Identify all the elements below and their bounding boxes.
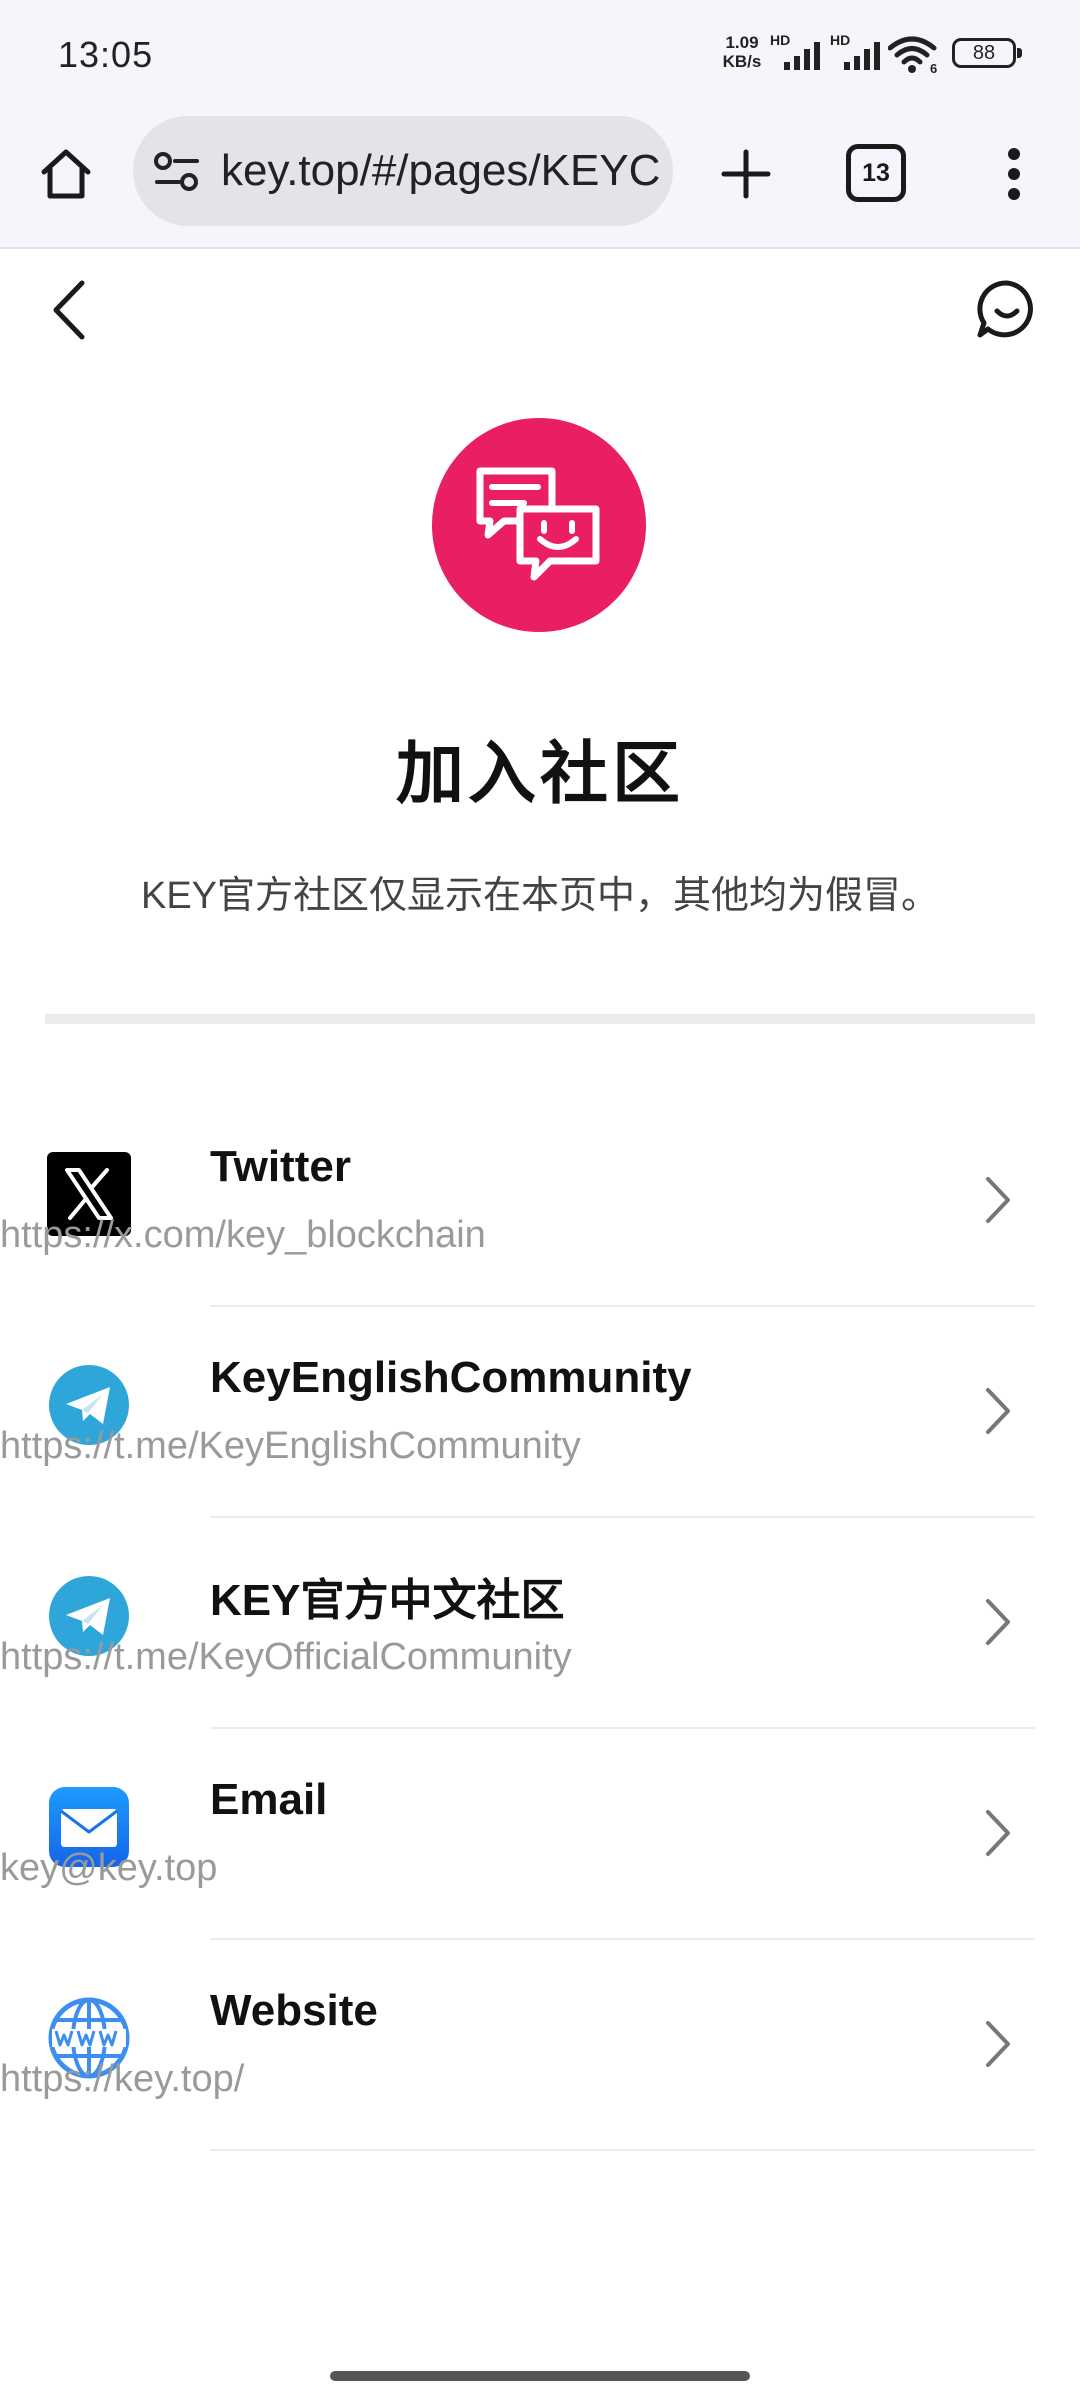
link-title: Email: [210, 1775, 328, 1824]
page-subtitle: KEY官方社区仅显示在本页中，其他均为假冒。: [140, 875, 940, 917]
page-title: 加入社区: [395, 736, 684, 812]
link-item-telegram-english[interactable]: KeyEnglishCommunity https://t.me/KeyEngl…: [0, 1307, 1080, 1518]
support-chat-button[interactable]: [970, 272, 1044, 346]
site-settings-icon[interactable]: [153, 150, 201, 199]
battery-level: 88: [972, 42, 996, 64]
tab-switcher-button[interactable]: 13: [846, 144, 906, 202]
link-url: https://t.me/KeyOfficialCommunity: [0, 1636, 572, 1678]
chevron-right-icon: [978, 1594, 1018, 1650]
wifi-label: 6: [930, 61, 937, 74]
url-text[interactable]: key.top/#/pages/KEYC: [221, 146, 661, 196]
wifi-icon: 6: [887, 34, 940, 79]
more-vertical-icon: [1008, 148, 1020, 200]
signal-strength-icon: HD: [770, 32, 826, 77]
network-speed: 1.09 KB/s: [722, 33, 762, 71]
signal-hd-label: HD: [770, 32, 790, 48]
chevron-right-icon: [978, 2016, 1018, 2072]
plus-icon: [721, 149, 771, 199]
link-item-telegram-chinese[interactable]: KEY官方中文社区 https://t.me/KeyOfficialCommun…: [0, 1518, 1080, 1729]
section-divider: [45, 1014, 1035, 1024]
status-time: 13:05: [58, 34, 154, 75]
link-url: https://key.top/: [0, 2058, 245, 2100]
row-divider: [210, 2149, 1035, 2151]
link-url: https://x.com/key_blockchain: [0, 1214, 486, 1256]
chevron-right-icon: [978, 1805, 1018, 1861]
signal-hd-label: HD: [830, 32, 850, 48]
link-title: Website: [210, 1986, 378, 2035]
chevron-right-icon: [978, 1172, 1018, 1228]
address-bar[interactable]: key.top/#/pages/KEYC: [133, 116, 673, 226]
more-menu-button[interactable]: [982, 136, 1046, 212]
link-item-website[interactable]: Website https://key.top/: [0, 1940, 1080, 2151]
chat-bubbles-icon: [476, 467, 600, 581]
link-title: KeyEnglishCommunity: [210, 1353, 692, 1402]
link-item-twitter[interactable]: Twitter https://x.com/key_blockchain: [0, 1096, 1080, 1307]
home-button[interactable]: [30, 138, 102, 210]
new-tab-button[interactable]: [708, 136, 784, 212]
tab-count: 13: [862, 158, 890, 187]
link-title: KEY官方中文社区: [210, 1576, 565, 1625]
chevron-right-icon: [978, 1383, 1018, 1439]
link-url: key@key.top: [0, 1847, 218, 1889]
battery-icon: 88: [952, 38, 1022, 68]
home-indicator[interactable]: [330, 2371, 750, 2381]
status-bar: 13:05 1.09 KB/s HD HD 6 88: [0, 0, 1080, 106]
signal-strength-icon: HD: [830, 32, 886, 77]
community-link-list: Twitter https://x.com/key_blockchain Key…: [0, 1096, 1080, 2151]
link-title: Twitter: [210, 1142, 351, 1191]
community-logo: [432, 418, 646, 632]
chat-bubble-icon: [977, 280, 1033, 338]
link-item-email[interactable]: Email key@key.top: [0, 1729, 1080, 1940]
link-url: https://t.me/KeyEnglishCommunity: [0, 1425, 581, 1467]
browser-toolbar: key.top/#/pages/KEYC 13: [0, 106, 1080, 249]
chevron-left-icon: [53, 280, 85, 340]
home-icon: [41, 149, 91, 199]
back-button[interactable]: [38, 270, 98, 350]
